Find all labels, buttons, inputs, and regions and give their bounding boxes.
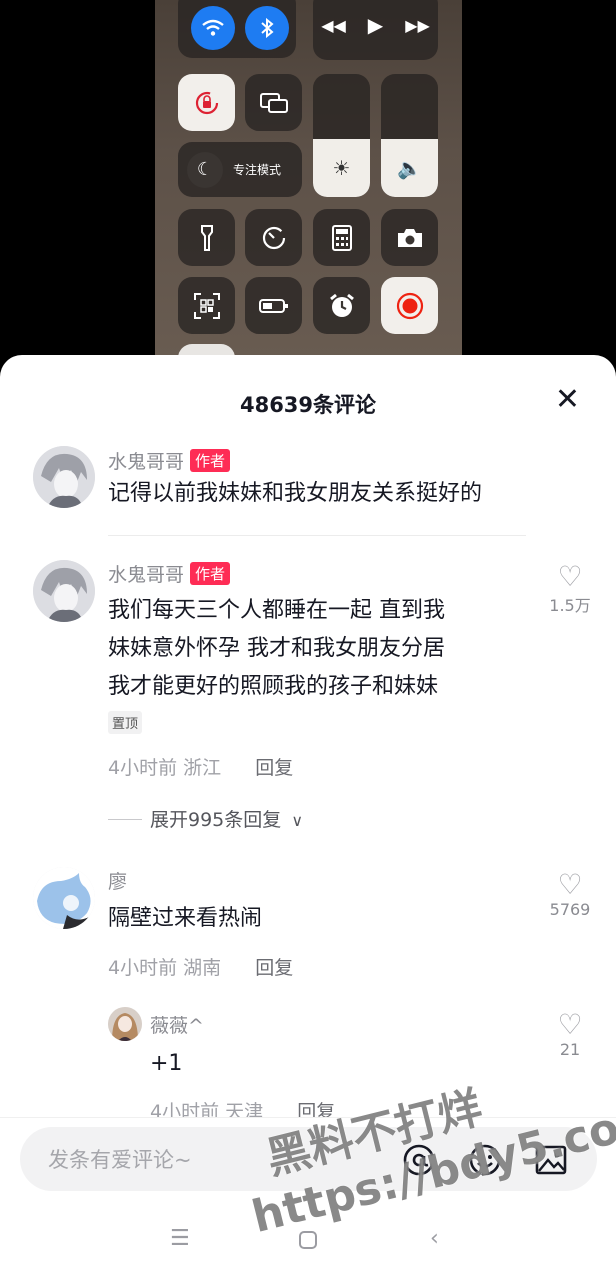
brightness-slider[interactable]: ☀ (313, 74, 370, 197)
heart-icon[interactable]: ♡ (540, 1010, 600, 1040)
qr-scan-icon[interactable] (178, 277, 235, 334)
like-count: 1.5万 (549, 596, 591, 615)
fast-forward-icon[interactable]: ▶▶ (405, 16, 430, 35)
comment-author[interactable]: 廖 (108, 867, 127, 894)
comment-text: 隔壁过来看热闹 (108, 906, 263, 931)
username[interactable]: 廖 (108, 871, 127, 893)
divider (108, 819, 142, 820)
comment-time: 4小时前 (108, 957, 178, 979)
focus-mode-label: 专注模式 (233, 163, 282, 177)
comment-input[interactable]: 发条有爱评论~ (20, 1127, 597, 1191)
username[interactable]: 水鬼哥哥 (108, 564, 184, 586)
brightness-icon: ☀ (313, 139, 370, 197)
expand-label[interactable]: 展开995条回复 (150, 809, 281, 831)
rewind-icon[interactable]: ◀◀ (321, 16, 346, 35)
comment-time: 4小时前 (108, 757, 178, 779)
pinned-badge: 置顶 (108, 711, 143, 734)
battery-icon[interactable] (245, 277, 302, 334)
camera-icon[interactable] (381, 209, 438, 266)
like-count: 5769 (549, 900, 591, 919)
rotation-lock-icon[interactable] (178, 74, 235, 131)
bluetooth-icon[interactable] (245, 6, 289, 50)
volume-slider[interactable]: 🔈 (381, 74, 438, 197)
image-icon[interactable] (534, 1143, 568, 1184)
username[interactable]: 薇薇^ (150, 1015, 204, 1037)
comment-meta: 4小时前 浙江 回复 (108, 753, 293, 780)
comment-author[interactable]: 水鬼哥哥 作者 (108, 560, 231, 587)
close-icon[interactable]: ✕ (555, 385, 580, 415)
connectivity-tile[interactable] (178, 0, 296, 58)
control-center-background: ◀◀ ▶ ▶▶ ☀ 🔈 ☾ 专注模式 (155, 0, 462, 380)
comment-text: +1 (150, 1051, 183, 1076)
expand-replies-button[interactable]: 展开995条回复 ∨ (108, 805, 303, 832)
comment-author[interactable]: 薇薇^ (150, 1011, 204, 1038)
divider (108, 535, 526, 536)
at-icon[interactable] (402, 1143, 436, 1184)
comment-line: 妹妹意外怀孕 我才和我女朋友分居 (108, 636, 445, 661)
like-button[interactable]: ♡ 5769 (540, 870, 600, 920)
focus-mode-tile[interactable]: ☾ 专注模式 (178, 142, 302, 197)
comment-count-title: 48639条评论 (239, 393, 377, 417)
comment-author[interactable]: 水鬼哥哥 作者 (108, 447, 231, 474)
chevron-down-icon[interactable]: ∨ (291, 811, 303, 830)
alarm-icon[interactable] (313, 277, 370, 334)
emoji-icon[interactable] (468, 1143, 502, 1184)
like-count: 21 (559, 1040, 581, 1059)
input-placeholder[interactable]: 发条有爱评论~ (48, 1144, 192, 1174)
comment-text: 我们每天三个人都睡在一起 直到我 妹妹意外怀孕 我才和我女朋友分居 我才能更好的… (108, 592, 445, 706)
calculator-icon[interactable] (313, 209, 370, 266)
volume-icon: 🔈 (381, 139, 438, 197)
comment-location: 湖南 (183, 957, 222, 979)
avatar[interactable] (33, 446, 95, 508)
like-button[interactable]: ♡ 21 (540, 1010, 600, 1060)
avatar[interactable] (108, 1007, 142, 1041)
home-icon[interactable] (298, 1230, 318, 1256)
comment-meta: 4小时前 湖南 回复 (108, 953, 293, 980)
reply-button[interactable]: 回复 (255, 757, 293, 779)
back-icon[interactable]: ‹ (430, 1226, 439, 1251)
avatar[interactable] (33, 867, 95, 929)
heart-icon[interactable]: ♡ (540, 562, 600, 592)
comment-location: 浙江 (183, 757, 222, 779)
moon-icon: ☾ (187, 151, 223, 188)
reply-button[interactable]: 回复 (255, 957, 293, 979)
comment-line: 我才能更好的照顾我的孩子和妹妹 (108, 674, 439, 699)
comment-text: 记得以前我妹妹和我女朋友关系挺好的 (108, 481, 483, 506)
heart-icon[interactable]: ♡ (540, 870, 600, 900)
like-button[interactable]: ♡ 1.5万 (540, 562, 600, 616)
comment-line: 我们每天三个人都睡在一起 直到我 (108, 598, 445, 623)
screen-mirror-icon[interactable] (245, 74, 302, 131)
flashlight-icon[interactable] (178, 209, 235, 266)
author-badge: 作者 (190, 562, 231, 585)
timer-icon[interactable] (245, 209, 302, 266)
media-tile[interactable]: ◀◀ ▶ ▶▶ (313, 0, 438, 60)
wifi-icon[interactable] (191, 6, 235, 50)
username[interactable]: 水鬼哥哥 (108, 451, 184, 473)
author-badge: 作者 (190, 449, 231, 472)
avatar[interactable] (33, 560, 95, 622)
menu-icon[interactable]: ☰ (170, 1226, 190, 1251)
play-icon[interactable]: ▶ (368, 13, 383, 37)
record-icon[interactable] (381, 277, 438, 334)
system-nav-bar: ☰ ‹ (0, 1208, 616, 1280)
